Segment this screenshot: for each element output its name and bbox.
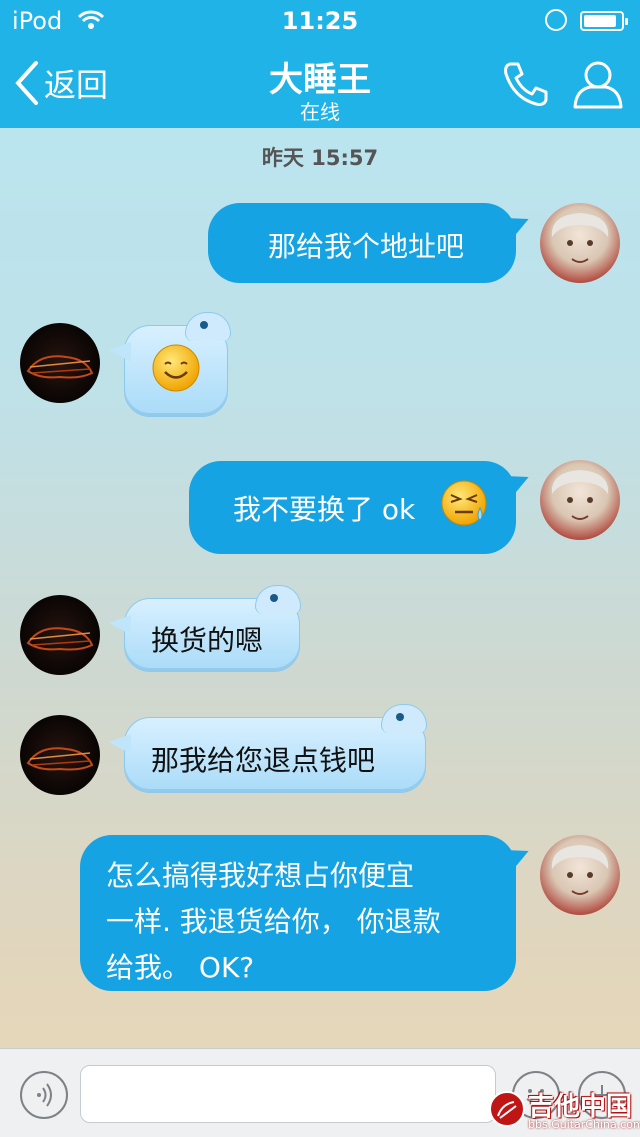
message-input[interactable] [80,1065,496,1123]
battery-icon [580,11,628,31]
guitar-icon [26,747,94,771]
avatar-face-icon [551,845,609,895]
guitar-logo-icon [489,1091,525,1127]
watermark-sub: bbs.GuitarChina.com [528,1118,640,1131]
status-bar: iPod 11:25 [0,0,640,40]
person-icon[interactable] [572,58,624,110]
sound-wave-icon [37,1083,52,1107]
sweat-emoji-icon [441,480,487,526]
contact-avatar[interactable] [20,595,100,675]
message-text: 那我给您退点钱吧 [151,744,376,777]
message-text: 我不要换了 ok [233,493,416,526]
incoming-message[interactable]: 换货的嗯 [109,585,301,672]
message-text: 那给我个地址吧 [268,230,465,263]
voice-input-button[interactable] [20,1071,68,1119]
message-text: 换货的嗯 [151,624,264,657]
guitar-icon [26,355,94,379]
clock: 11:25 [281,7,359,35]
incoming-message[interactable]: 那我给您退点钱吧 [109,704,427,793]
my-avatar[interactable] [540,835,620,915]
watermark: 吉他中国 bbs.GuitarChina.com [488,1084,640,1134]
avatar-face-icon [551,470,609,520]
chat-timestamp: 昨天 15:57 [261,146,379,170]
my-avatar[interactable] [540,460,620,540]
incoming-message[interactable] [109,312,231,417]
rotation-lock-icon [545,9,567,31]
outgoing-message[interactable]: 我不要换了 ok [189,461,534,554]
avatar-face-icon [551,213,609,263]
phone-icon[interactable] [500,58,550,108]
outgoing-message[interactable]: 怎么搞得我好想占你便宜 一样. 我退货给你， 你退款 给我。 OK? [80,835,534,991]
guitar-icon [26,627,94,651]
contact-avatar[interactable] [20,323,100,403]
navigation-bar: iPod 11:25 返回 大睡王 在线 [0,0,640,128]
contact-avatar[interactable] [20,715,100,795]
outgoing-message[interactable]: 那给我个地址吧 [208,203,534,283]
message-text: 怎么搞得我好想占你便宜 一样. 我退货给你， 你退款 给我。 OK? [106,859,441,984]
my-avatar[interactable] [540,203,620,283]
smile-emoji-icon [152,344,200,392]
